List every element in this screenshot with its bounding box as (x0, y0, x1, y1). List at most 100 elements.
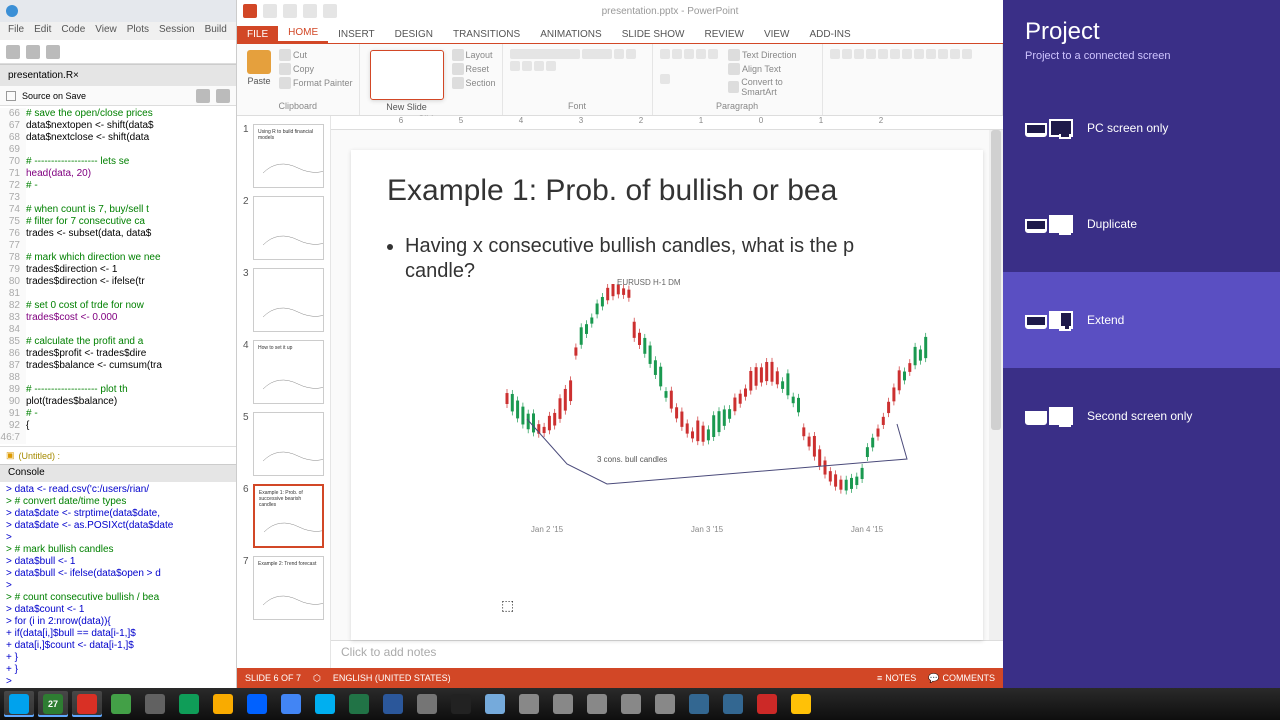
slide[interactable]: Example 1: Prob. of bullish or bea Havin… (351, 150, 983, 640)
taskbar-settings[interactable] (650, 691, 680, 717)
tab-design[interactable]: DESIGN (385, 26, 443, 43)
thumbnail-row[interactable]: 4 How to set it up (243, 340, 324, 404)
shape-btn[interactable] (830, 49, 840, 59)
taskbar-27[interactable]: 27 (38, 691, 68, 717)
indent-inc-button[interactable] (696, 49, 706, 59)
slide-thumbnail[interactable]: Using R to build financial models (253, 124, 324, 188)
tab-animations[interactable]: ANIMATIONS (530, 26, 611, 43)
tab-transitions[interactable]: TRANSITIONS (443, 26, 530, 43)
new-slide-button[interactable]: New Slide (366, 48, 448, 114)
thumbnail-row[interactable]: 7 Example 2: Trend forecast (243, 556, 324, 620)
align-button[interactable] (708, 49, 718, 59)
slide-thumbnail[interactable] (253, 268, 324, 332)
taskbar-start[interactable] (4, 691, 34, 717)
shape-btn[interactable] (914, 49, 924, 59)
menu-session[interactable]: Session (159, 24, 195, 38)
tab-home[interactable]: HOME (278, 24, 328, 43)
font-family-combo[interactable] (510, 49, 580, 59)
menu-code[interactable]: Code (61, 24, 85, 38)
slide-thumbnail[interactable]: Example 1: Prob. of successive bearish c… (253, 484, 324, 548)
vertical-scrollbar[interactable] (989, 130, 1003, 640)
shape-btn[interactable] (962, 49, 972, 59)
layout-button[interactable]: Layout (452, 48, 496, 62)
font-size-combo[interactable] (582, 49, 612, 59)
taskbar-evernote[interactable] (106, 691, 136, 717)
wand-icon[interactable] (196, 89, 210, 103)
copy-button[interactable]: Copy (279, 62, 353, 76)
taskbar-tool1[interactable] (548, 691, 578, 717)
italic-button[interactable] (626, 49, 636, 59)
taskbar-gmail[interactable] (72, 691, 102, 717)
shape-btn[interactable] (854, 49, 864, 59)
notes-pane[interactable]: Click to add notes (331, 640, 1003, 668)
shape-btn[interactable] (938, 49, 948, 59)
shape-btn[interactable] (926, 49, 936, 59)
smartart-button[interactable]: Convert to SmartArt (728, 76, 816, 98)
taskbar-skype[interactable] (310, 691, 340, 717)
thumbnail-row[interactable]: 5 (243, 412, 324, 476)
menu-file[interactable]: File (8, 24, 24, 38)
slide-number-status[interactable]: SLIDE 6 OF 7 (245, 673, 301, 683)
shape-btn[interactable] (890, 49, 900, 59)
taskbar-files[interactable] (140, 691, 170, 717)
console-output[interactable]: > data <- read.csv('c:/users/rian/> # co… (0, 482, 236, 688)
taskbar-tool2[interactable] (582, 691, 612, 717)
notes-button[interactable]: ≡ NOTES (877, 673, 916, 683)
taskbar-rstudio[interactable] (480, 691, 510, 717)
tab-view[interactable]: VIEW (754, 26, 800, 43)
tab-slide show[interactable]: SLIDE SHOW (612, 26, 695, 43)
tab-file[interactable]: FILE (237, 26, 278, 43)
underline-button[interactable] (510, 61, 520, 71)
language-status[interactable]: ENGLISH (UNITED STATES) (333, 673, 451, 683)
slide-thumbnail[interactable] (253, 412, 324, 476)
project-option-pc-screen-only[interactable]: PC screen only (1003, 80, 1280, 176)
taskbar-notes[interactable] (786, 691, 816, 717)
reset-button[interactable]: Reset (452, 62, 496, 76)
columns-button[interactable] (660, 74, 670, 84)
run-icon[interactable] (216, 89, 230, 103)
format-painter-button[interactable]: Format Painter (279, 76, 353, 90)
section-button[interactable]: Section (452, 76, 496, 90)
tab-review[interactable]: REVIEW (694, 26, 753, 43)
menu-plots[interactable]: Plots (127, 24, 149, 38)
thumbnail-row[interactable]: 3 (243, 268, 324, 332)
paste-button[interactable]: Paste (243, 48, 275, 90)
taskbar-folder[interactable] (208, 691, 238, 717)
slide-bullet[interactable]: Having x consecutive bullish candles, wh… (405, 234, 947, 284)
slide-area[interactable]: Example 1: Prob. of bullish or bea Havin… (331, 130, 1003, 640)
taskbar-word[interactable] (378, 691, 408, 717)
slide-thumbnail[interactable] (253, 196, 324, 260)
taskbar-db2[interactable] (718, 691, 748, 717)
bullets-button[interactable] (660, 49, 670, 59)
taskbar-chrome[interactable] (276, 691, 306, 717)
qat-undo-icon[interactable] (283, 4, 297, 18)
tab-add-ins[interactable]: ADD-INS (800, 26, 861, 43)
cut-button[interactable]: Cut (279, 48, 353, 62)
taskbar-terminal[interactable] (446, 691, 476, 717)
shadow-button[interactable] (522, 61, 532, 71)
shape-btn[interactable] (902, 49, 912, 59)
taskbar-db1[interactable] (684, 691, 714, 717)
project-option-extend[interactable]: Extend (1003, 272, 1280, 368)
shape-btn[interactable] (950, 49, 960, 59)
new-file-icon[interactable] (6, 45, 20, 59)
shape-btn[interactable] (878, 49, 888, 59)
shape-btn[interactable] (866, 49, 876, 59)
slide-title[interactable]: Example 1: Prob. of bullish or bea (387, 174, 947, 208)
project-option-duplicate[interactable]: Duplicate (1003, 176, 1280, 272)
shape-btn[interactable] (842, 49, 852, 59)
text-direction-button[interactable]: Text Direction (728, 48, 816, 62)
taskbar-sql[interactable] (752, 691, 782, 717)
align-text-button[interactable]: Align Text (728, 62, 816, 76)
source-on-save-check[interactable] (6, 91, 16, 101)
bold-button[interactable] (614, 49, 624, 59)
console-tab[interactable]: Console (0, 464, 236, 482)
menu-build[interactable]: Build (205, 24, 227, 38)
save-icon[interactable] (46, 45, 60, 59)
taskbar-tool3[interactable] (616, 691, 646, 717)
thumbnail-row[interactable]: 1 Using R to build financial models (243, 124, 324, 188)
taskbar-drive[interactable] (174, 691, 204, 717)
slide-thumbnail[interactable]: How to set it up (253, 340, 324, 404)
menu-edit[interactable]: Edit (34, 24, 51, 38)
tab-insert[interactable]: INSERT (328, 26, 385, 43)
